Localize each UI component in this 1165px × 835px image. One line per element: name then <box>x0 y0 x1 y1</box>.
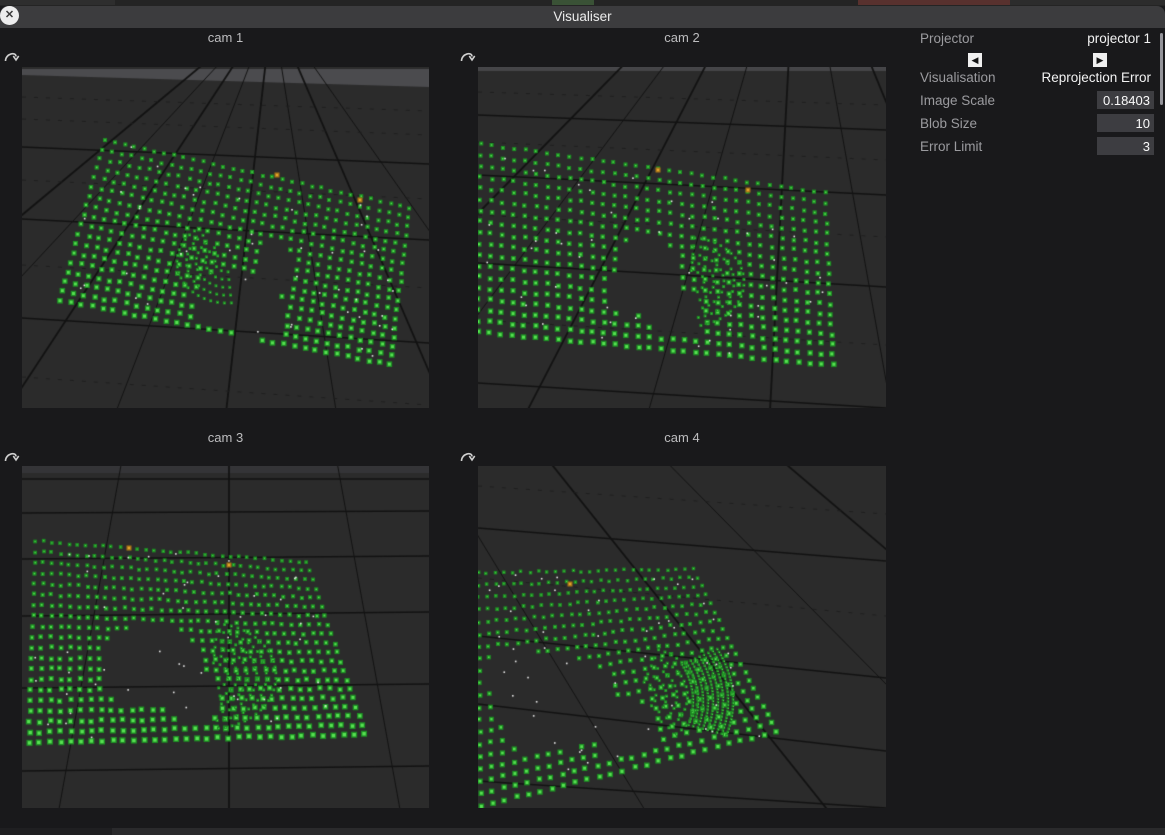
camera-2-label: cam 2 <box>478 30 886 46</box>
background-window-segment <box>0 0 115 5</box>
camera-1-label: cam 1 <box>22 30 429 46</box>
projector-value: projector 1 <box>1087 31 1151 47</box>
camera-4-label: cam 4 <box>478 430 886 446</box>
window-title: Visualiser <box>0 6 1165 28</box>
error-limit-field[interactable] <box>1097 137 1154 155</box>
blob-size-label: Blob Size <box>920 116 977 132</box>
rotate-view-icon[interactable] <box>459 47 476 66</box>
background-window-segment-green <box>552 0 594 5</box>
background-window-bottom-cap <box>0 828 112 835</box>
background-window-segment-red <box>858 0 1010 5</box>
blob-size-field[interactable] <box>1097 114 1154 132</box>
camera-3-label: cam 3 <box>22 430 429 446</box>
projector-label: Projector <box>920 31 974 47</box>
image-scale-field[interactable] <box>1097 91 1154 109</box>
camera-4-viewport[interactable] <box>478 466 886 808</box>
next-projector-button[interactable]: ▶ <box>1093 53 1107 67</box>
visualisation-value: Reprojection Error <box>1041 70 1151 86</box>
camera-1-viewport[interactable] <box>22 67 429 408</box>
error-limit-label: Error Limit <box>920 139 982 155</box>
scrollbar-thumb[interactable] <box>1160 33 1163 105</box>
image-scale-label: Image Scale <box>920 93 995 109</box>
rotate-view-icon[interactable] <box>3 47 20 66</box>
window-titlebar[interactable]: Visualiser <box>0 6 1165 28</box>
close-window-button[interactable]: ✕ <box>0 6 19 25</box>
camera-3-viewport[interactable] <box>22 466 429 808</box>
visualisation-label: Visualisation <box>920 70 996 86</box>
background-window-segment <box>1010 0 1165 5</box>
background-window-bottom-strip <box>0 828 1165 835</box>
rotate-view-icon[interactable] <box>459 447 476 466</box>
previous-projector-button[interactable]: ◀ <box>968 53 982 67</box>
camera-2-viewport[interactable] <box>478 67 886 408</box>
rotate-view-icon[interactable] <box>3 447 20 466</box>
